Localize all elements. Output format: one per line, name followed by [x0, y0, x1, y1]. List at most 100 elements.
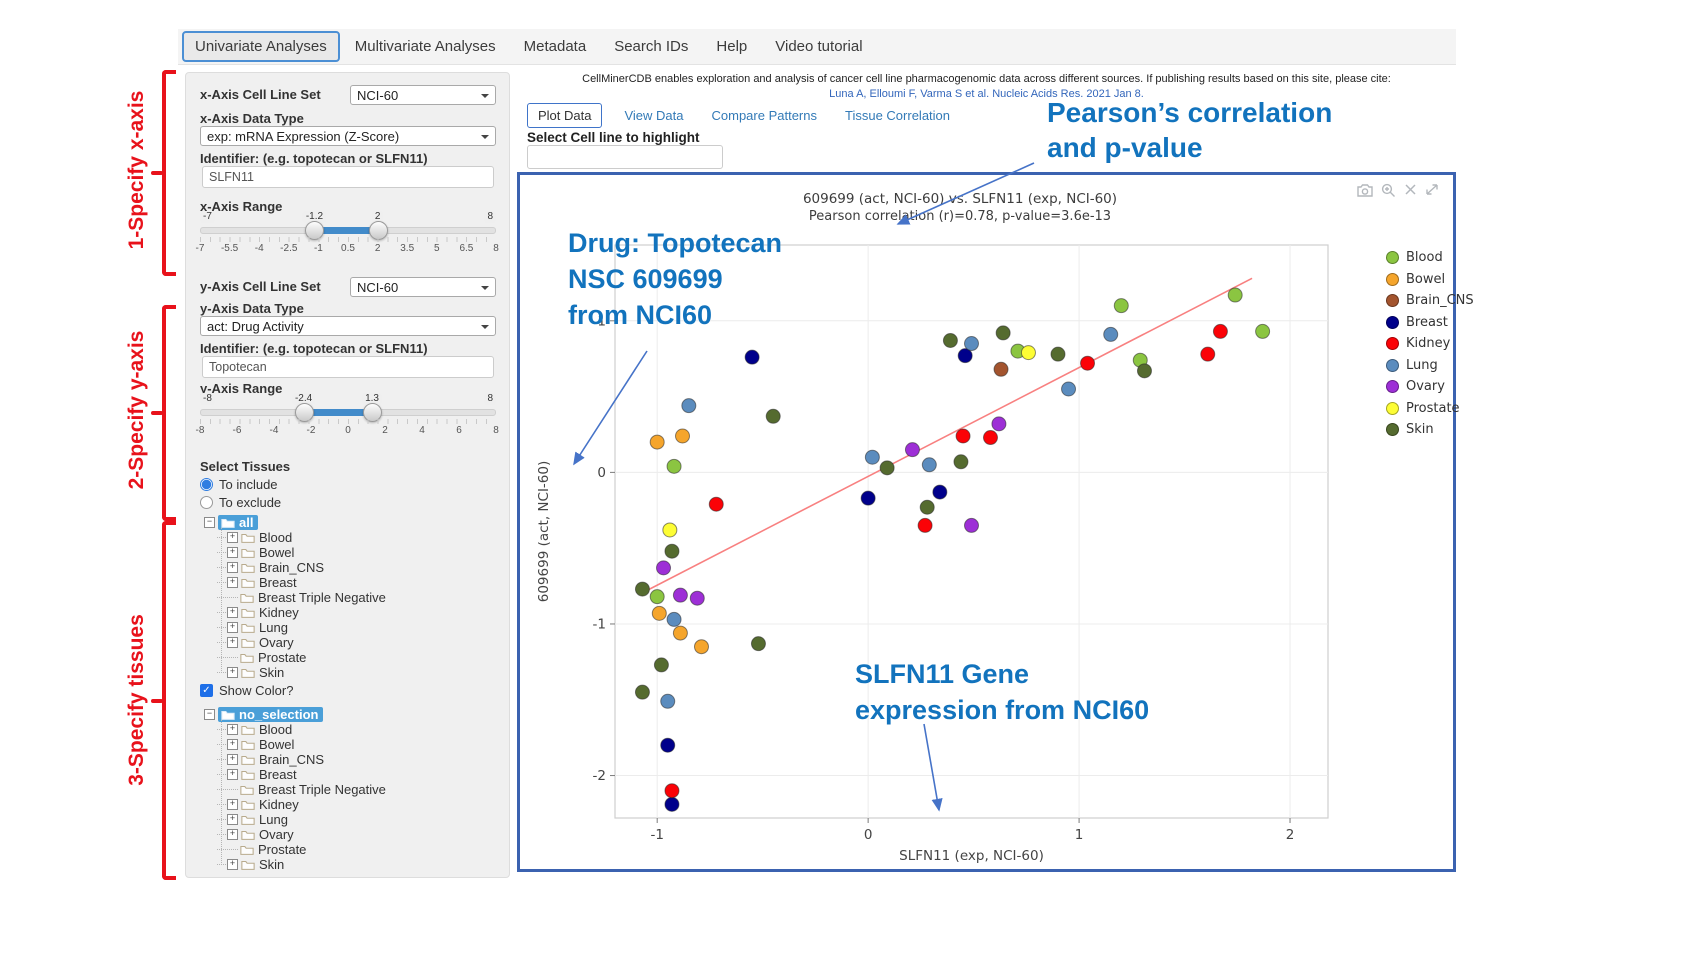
data-point-skin[interactable]	[665, 544, 679, 558]
expand-icon[interactable]: +	[227, 667, 238, 678]
data-point-breast[interactable]	[745, 350, 759, 364]
data-point-breast[interactable]	[933, 485, 947, 499]
data-point-lung[interactable]	[1104, 327, 1118, 341]
tree-item-prostate[interactable]: Prostate	[217, 650, 386, 665]
tree-item-skin[interactable]: +Skin	[217, 665, 386, 680]
data-point-skin[interactable]	[996, 326, 1010, 340]
data-point-bowel[interactable]	[694, 640, 708, 654]
data-point-prostate[interactable]	[663, 523, 677, 537]
data-point-skin[interactable]	[635, 685, 649, 699]
data-point-skin[interactable]	[920, 500, 934, 514]
y-range-slider[interactable]: -88-2.41.3-8-6-4-202468	[200, 395, 496, 441]
highlight-cell-line-input[interactable]	[527, 145, 723, 169]
tree-item-brain_cns[interactable]: +Brain_CNS	[217, 560, 386, 575]
y-identifier-input[interactable]	[202, 356, 494, 378]
show-color-checkbox[interactable]: ✓	[200, 684, 213, 697]
data-point-kidney[interactable]	[1201, 347, 1215, 361]
data-point-skin[interactable]	[954, 455, 968, 469]
x-data-type-select[interactable]: exp: mRNA Expression (Z-Score)	[200, 126, 496, 146]
tree-item-brain_cns[interactable]: +Brain_CNS	[217, 752, 386, 767]
data-point-bowel[interactable]	[673, 626, 687, 640]
data-point-skin[interactable]	[654, 658, 668, 672]
expand-icon[interactable]: +	[227, 814, 238, 825]
data-point-blood[interactable]	[667, 459, 681, 473]
nav-tab-metadata[interactable]: Metadata	[511, 32, 600, 61]
data-point-kidney[interactable]	[665, 784, 679, 798]
collapse-icon[interactable]: −	[204, 517, 215, 528]
nav-tab-multivariate-analyses[interactable]: Multivariate Analyses	[342, 32, 509, 61]
expand-icon[interactable]: +	[227, 547, 238, 558]
tissue-radio-to-include[interactable]: To include	[200, 477, 278, 492]
data-point-lung[interactable]	[661, 694, 675, 708]
data-point-lung[interactable]	[865, 450, 879, 464]
tree-item-skin[interactable]: +Skin	[217, 857, 386, 872]
y-cell-line-set-select[interactable]: NCI-60	[350, 277, 496, 297]
nav-tab-help[interactable]: Help	[703, 32, 760, 61]
expand-icon[interactable]: +	[227, 622, 238, 633]
data-point-lung[interactable]	[1062, 382, 1076, 396]
data-point-prostate[interactable]	[1021, 346, 1035, 360]
tree-item-blood[interactable]: +Blood	[217, 530, 386, 545]
expand-icon[interactable]: +	[227, 829, 238, 840]
tree-item-lung[interactable]: +Lung	[217, 620, 386, 635]
data-point-skin[interactable]	[635, 582, 649, 596]
data-point-ovary[interactable]	[690, 591, 704, 605]
nav-tab-search-ids[interactable]: Search IDs	[601, 32, 701, 61]
data-point-kidney[interactable]	[1081, 356, 1095, 370]
data-point-bowel[interactable]	[676, 429, 690, 443]
tree-item-blood[interactable]: +Blood	[217, 722, 386, 737]
data-point-lung[interactable]	[667, 612, 681, 626]
data-point-skin[interactable]	[1137, 364, 1151, 378]
subtab-compare-patterns[interactable]: Compare Patterns	[710, 103, 820, 128]
data-point-skin[interactable]	[880, 461, 894, 475]
tissue-radio-to-exclude[interactable]: To exclude	[200, 495, 281, 510]
data-point-kidney[interactable]	[709, 497, 723, 511]
data-point-breast[interactable]	[665, 797, 679, 811]
expand-icon[interactable]: +	[227, 739, 238, 750]
collapse-icon[interactable]: −	[204, 709, 215, 720]
tree-root-no-selection[interactable]: −no_selection	[204, 707, 386, 722]
tree-item-breast-triple-negative[interactable]: Breast Triple Negative	[217, 590, 386, 605]
tree-item-breast-triple-negative[interactable]: Breast Triple Negative	[217, 782, 386, 797]
expand-icon[interactable]: +	[227, 724, 238, 735]
data-point-skin[interactable]	[943, 334, 957, 348]
expand-icon[interactable]: +	[227, 562, 238, 573]
data-point-ovary[interactable]	[992, 417, 1006, 431]
tree-item-bowel[interactable]: +Bowel	[217, 737, 386, 752]
data-point-lung[interactable]	[682, 399, 696, 413]
legend-item-skin[interactable]: Skin	[1386, 419, 1474, 441]
expand-icon[interactable]: +	[227, 859, 238, 870]
data-point-ovary[interactable]	[965, 518, 979, 532]
nav-tab-univariate-analyses[interactable]: Univariate Analyses	[182, 31, 340, 62]
tree-item-breast[interactable]: +Breast	[217, 575, 386, 590]
legend-item-brain_cns[interactable]: Brain_CNS	[1386, 290, 1474, 312]
data-point-kidney[interactable]	[1213, 324, 1227, 338]
subtab-view-data[interactable]: View Data	[622, 103, 685, 128]
data-point-ovary[interactable]	[657, 561, 671, 575]
data-point-blood[interactable]	[1114, 299, 1128, 313]
data-point-blood[interactable]	[1256, 324, 1270, 338]
x-cell-line-set-select[interactable]: NCI-60	[350, 85, 496, 105]
tree-item-ovary[interactable]: +Ovary	[217, 827, 386, 842]
expand-icon[interactable]: +	[227, 637, 238, 648]
data-point-ovary[interactable]	[905, 443, 919, 457]
legend-item-prostate[interactable]: Prostate	[1386, 398, 1474, 420]
data-point-blood[interactable]	[650, 590, 664, 604]
legend-item-bowel[interactable]: Bowel	[1386, 269, 1474, 291]
data-point-blood[interactable]	[1228, 288, 1242, 302]
legend-item-breast[interactable]: Breast	[1386, 312, 1474, 334]
data-point-brain_cns[interactable]	[994, 362, 1008, 376]
data-point-skin[interactable]	[766, 409, 780, 423]
data-point-bowel[interactable]	[650, 435, 664, 449]
tree-root-all[interactable]: −all	[204, 515, 386, 530]
legend-item-ovary[interactable]: Ovary	[1386, 376, 1474, 398]
tree-item-kidney[interactable]: +Kidney	[217, 797, 386, 812]
x-range-slider[interactable]: -78-1.22-7-5.5-4-2.5-10.523.556.58	[200, 213, 496, 259]
tree-item-lung[interactable]: +Lung	[217, 812, 386, 827]
expand-icon[interactable]: +	[227, 799, 238, 810]
data-point-skin[interactable]	[751, 637, 765, 651]
data-point-breast[interactable]	[861, 491, 875, 505]
data-point-kidney[interactable]	[983, 431, 997, 445]
show-color-row[interactable]: ✓ Show Color?	[200, 683, 293, 698]
data-point-lung[interactable]	[922, 458, 936, 472]
